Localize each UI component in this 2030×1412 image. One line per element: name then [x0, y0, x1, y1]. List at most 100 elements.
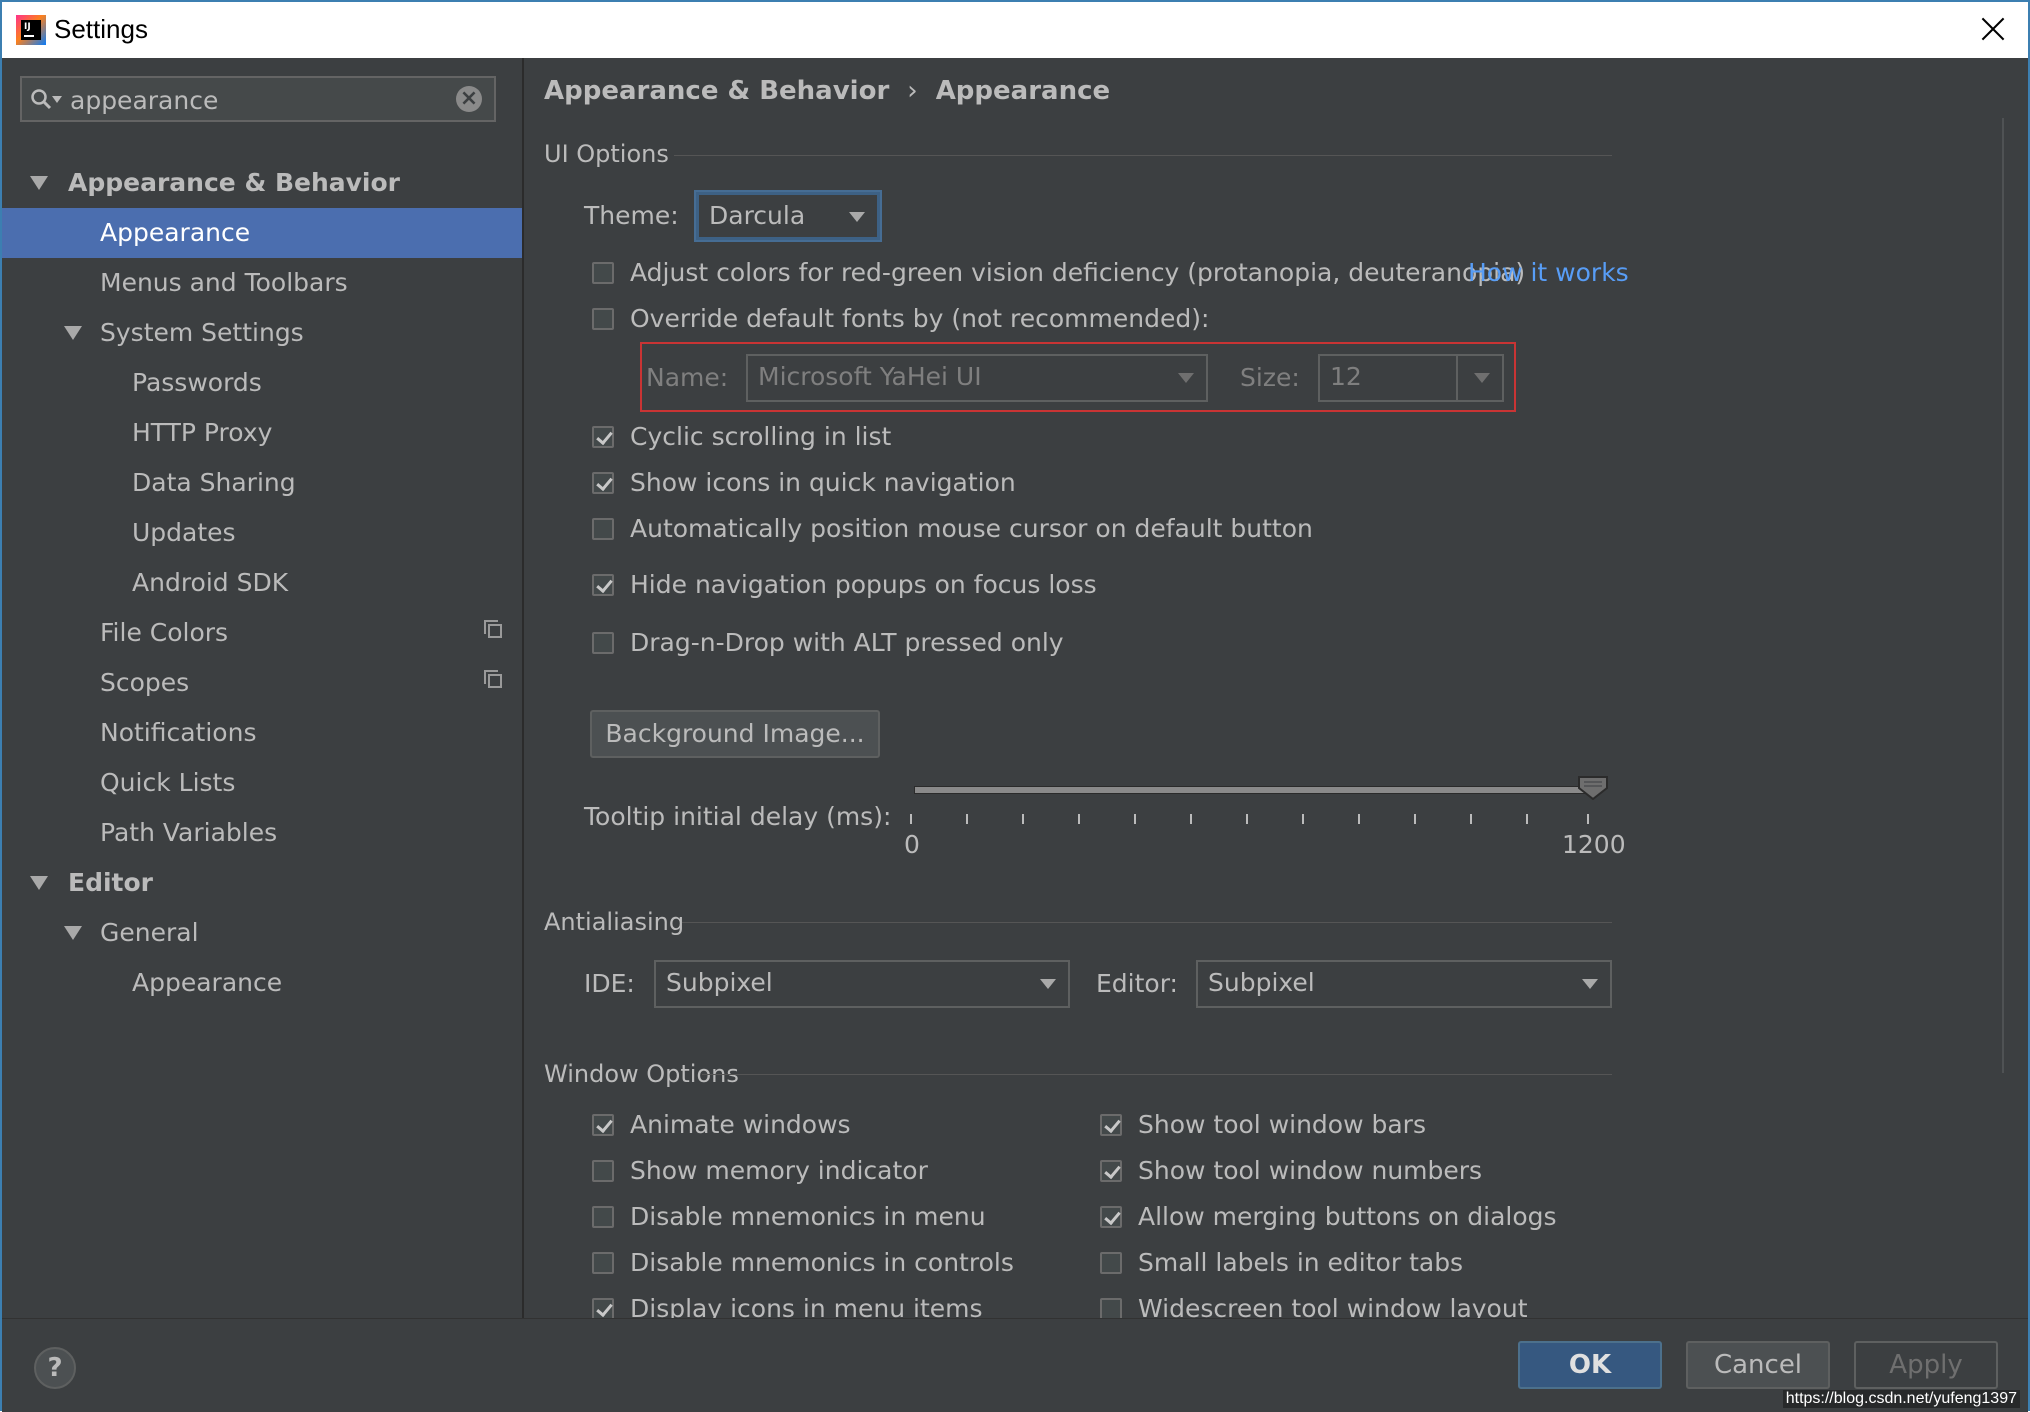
sidebar-item-editor[interactable]: Editor: [2, 858, 522, 908]
animate-windows-checkbox[interactable]: [592, 1114, 614, 1136]
show-icons-quick-nav-checkbox[interactable]: [592, 472, 614, 494]
sidebar-item-appearance-behavior[interactable]: Appearance & Behavior: [2, 158, 522, 208]
ok-button[interactable]: OK: [1518, 1341, 1662, 1389]
slider-tick: [1526, 814, 1528, 824]
sidebar-item-label: Android SDK: [132, 568, 289, 597]
auto-position-mouse-checkbox[interactable]: [592, 518, 614, 540]
disable-mnemonics-controls-label: Disable mnemonics in controls: [630, 1248, 1014, 1277]
watermark-text: https://blog.csdn.net/yufeng1397: [1782, 1390, 2020, 1408]
sidebar-item-editor-appearance[interactable]: Appearance: [2, 958, 522, 1008]
chevron-down-icon: [1040, 979, 1056, 989]
project-level-icon: [484, 670, 502, 688]
vertical-scrollbar[interactable]: [2002, 118, 2004, 1073]
sidebar-item-passwords[interactable]: Passwords: [2, 358, 522, 408]
hide-nav-popups-checkbox[interactable]: [592, 574, 614, 596]
slider-tick: [966, 814, 968, 824]
search-history-chevron-icon[interactable]: [52, 96, 62, 104]
show-memory-indicator-checkbox[interactable]: [592, 1160, 614, 1182]
sidebar-item-path-variables[interactable]: Path Variables: [2, 808, 522, 858]
sidebar-item-label: System Settings: [100, 318, 304, 347]
sidebar-item-label: Appearance & Behavior: [68, 168, 400, 197]
show-tool-window-numbers-label: Show tool window numbers: [1138, 1156, 1483, 1185]
sidebar-item-http-proxy[interactable]: HTTP Proxy: [2, 408, 522, 458]
editor-antialiasing-select[interactable]: Subpixel: [1196, 960, 1612, 1008]
sidebar-item-label: Menus and Toolbars: [100, 268, 348, 297]
intellij-app-icon: IJ: [16, 15, 46, 45]
font-name-label: Name:: [646, 363, 729, 392]
background-image-button[interactable]: Background Image...: [590, 710, 880, 758]
cyclic-scrolling-checkbox[interactable]: [592, 426, 614, 448]
sidebar-item-scopes[interactable]: Scopes: [2, 658, 522, 708]
breadcrumb: Appearance & Behavior › Appearance: [544, 76, 1110, 106]
antialiasing-title: Antialiasing: [544, 908, 685, 936]
disable-mnemonics-controls-checkbox[interactable]: [592, 1252, 614, 1274]
font-size-label: Size:: [1240, 363, 1300, 392]
how-it-works-link[interactable]: How it works: [1468, 258, 1629, 287]
close-icon[interactable]: [1976, 12, 2010, 46]
sidebar-item-android-sdk[interactable]: Android SDK: [2, 558, 522, 608]
font-name-select[interactable]: Microsoft YaHei UI: [746, 354, 1208, 402]
sidebar-item-data-sharing[interactable]: Data Sharing: [2, 458, 522, 508]
section-divider: [702, 1074, 1612, 1075]
slider-tick: [910, 814, 912, 824]
adjust-colors-checkbox[interactable]: [592, 262, 614, 284]
sidebar-item-label: Quick Lists: [100, 768, 236, 797]
settings-content: Appearance & Behavior › Appearance UI Opti…: [524, 58, 2004, 1318]
sidebar-item-file-colors[interactable]: File Colors: [2, 608, 522, 658]
clear-search-icon[interactable]: ×: [456, 86, 482, 112]
section-divider: [674, 155, 1612, 156]
chevron-down-icon: [1178, 373, 1194, 383]
slider-tick: [1134, 814, 1136, 824]
tooltip-delay-slider-track[interactable]: [914, 786, 1591, 794]
small-labels-editor-tabs-checkbox[interactable]: [1100, 1252, 1122, 1274]
theme-select[interactable]: Darcula: [696, 192, 880, 240]
slider-tick: [1470, 814, 1472, 824]
ide-aa-label: IDE:: [584, 969, 635, 998]
tooltip-delay-slider-thumb[interactable]: [1578, 776, 1608, 800]
allow-merging-buttons-checkbox[interactable]: [1100, 1206, 1122, 1228]
sidebar-item-system-settings[interactable]: System Settings: [2, 308, 522, 358]
slider-max-label: 1200: [1562, 830, 1626, 859]
override-fonts-label: Override default fonts by (not recommend…: [630, 304, 1210, 333]
show-tool-window-numbers-checkbox[interactable]: [1100, 1160, 1122, 1182]
search-input[interactable]: [68, 82, 452, 118]
settings-window: IJ Settings × Appearance & Behavior Appe…: [0, 0, 2030, 1412]
chevron-down-icon: [849, 212, 865, 222]
ide-antialiasing-select[interactable]: Subpixel: [654, 960, 1070, 1008]
drag-n-drop-alt-label: Drag-n-Drop with ALT pressed only: [630, 628, 1064, 657]
expanded-arrow-icon[interactable]: [64, 926, 82, 940]
cancel-button[interactable]: Cancel: [1686, 1341, 1830, 1389]
show-tool-window-bars-checkbox[interactable]: [1100, 1114, 1122, 1136]
font-size-combo[interactable]: 12: [1318, 354, 1504, 402]
drag-n-drop-alt-checkbox[interactable]: [592, 632, 614, 654]
override-fonts-checkbox[interactable]: [592, 308, 614, 330]
show-memory-indicator-label: Show memory indicator: [630, 1156, 928, 1185]
expanded-arrow-icon[interactable]: [64, 326, 82, 340]
sidebar-item-general[interactable]: General: [2, 908, 522, 958]
sidebar-item-label: HTTP Proxy: [132, 418, 273, 447]
hide-nav-popups-label: Hide navigation popups on focus loss: [630, 570, 1097, 599]
font-size-value: 12: [1330, 362, 1362, 391]
sidebar-item-appearance[interactable]: Appearance: [2, 208, 522, 258]
search-box[interactable]: ×: [20, 76, 496, 122]
show-icons-quick-nav-label: Show icons in quick navigation: [630, 468, 1016, 497]
sidebar-item-updates[interactable]: Updates: [2, 508, 522, 558]
breadcrumb-parent[interactable]: Appearance & Behavior: [544, 76, 889, 106]
dialog-footer: ? OK Cancel Apply https://blog.csdn.net/…: [2, 1318, 2028, 1412]
sidebar-item-label: Scopes: [100, 668, 190, 697]
slider-min-label: 0: [904, 830, 920, 859]
expanded-arrow-icon[interactable]: [30, 876, 48, 890]
sidebar-item-quick-lists[interactable]: Quick Lists: [2, 758, 522, 808]
show-tool-window-bars-label: Show tool window bars: [1138, 1110, 1426, 1139]
sidebar-item-menus-toolbars[interactable]: Menus and Toolbars: [2, 258, 522, 308]
apply-button[interactable]: Apply: [1854, 1341, 1998, 1389]
expanded-arrow-icon[interactable]: [30, 176, 48, 190]
help-button[interactable]: ?: [34, 1347, 76, 1389]
sidebar-item-notifications[interactable]: Notifications: [2, 708, 522, 758]
sidebar-item-label: Path Variables: [100, 818, 278, 847]
slider-tick: [1022, 814, 1024, 824]
display-icons-menu-checkbox[interactable]: [592, 1298, 614, 1318]
widescreen-layout-checkbox[interactable]: [1100, 1298, 1122, 1318]
slider-tick: [1587, 814, 1589, 824]
disable-mnemonics-menu-checkbox[interactable]: [592, 1206, 614, 1228]
